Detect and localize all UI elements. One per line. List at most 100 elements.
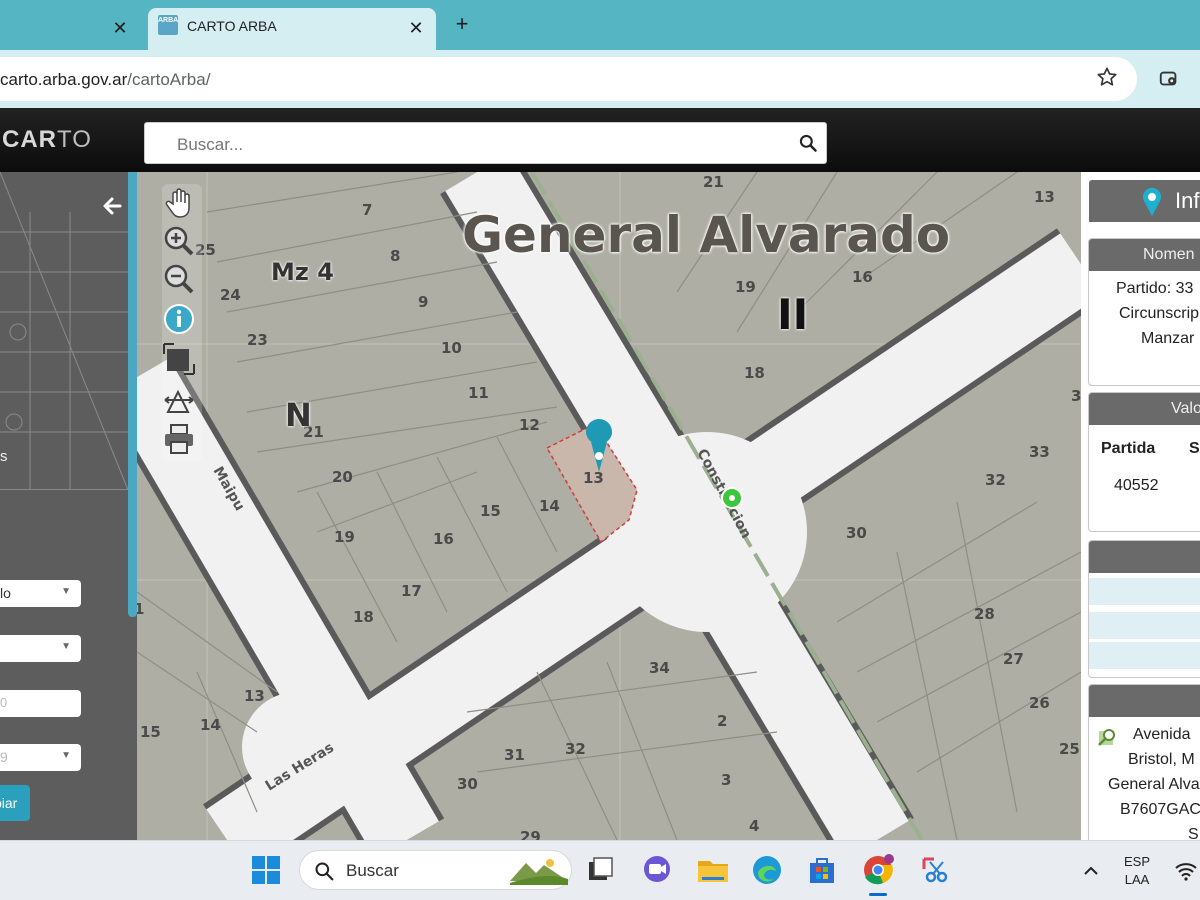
bookmark-star-icon[interactable]	[1096, 66, 1118, 88]
snipping-tool-icon[interactable]	[918, 853, 952, 887]
svg-text:10: 10	[441, 339, 462, 357]
file-explorer-icon[interactable]	[696, 853, 730, 887]
svg-text:19: 19	[735, 278, 756, 296]
search-icon[interactable]	[798, 133, 818, 153]
browser-tab-active[interactable]: ARBA CARTO ARBA ✕	[148, 8, 436, 50]
svg-text:16: 16	[433, 530, 454, 548]
svg-text:34: 34	[649, 659, 670, 677]
nomen-line-3: Manzar	[1141, 330, 1195, 347]
svg-text:32: 32	[565, 740, 586, 758]
chevron-down-icon: ▼	[61, 586, 71, 597]
new-tab-button[interactable]: +	[450, 12, 474, 36]
url-field[interactable]: carto.arba.gov.ar/cartoArba/	[0, 57, 1137, 101]
green-marker-icon[interactable]	[721, 487, 743, 509]
info-icon[interactable]	[162, 302, 196, 336]
map-search-icon[interactable]	[1097, 727, 1117, 747]
svg-text:2: 2	[717, 712, 727, 730]
svg-text:3: 3	[1071, 387, 1081, 405]
svg-text:13: 13	[1034, 188, 1055, 206]
address-line-3: General Alva	[1108, 776, 1200, 793]
svg-text:33: 33	[1029, 443, 1050, 461]
address-line-1: Avenida	[1133, 726, 1191, 743]
svg-text:14: 14	[200, 716, 221, 734]
filter-select-2[interactable]: ▼	[0, 635, 81, 662]
d-row	[1089, 642, 1200, 669]
zoom-in-icon[interactable]	[162, 224, 196, 258]
chrome-icon[interactable]	[861, 853, 895, 887]
search-input[interactable]	[177, 135, 777, 155]
edge-browser-icon[interactable]	[750, 853, 784, 887]
filter-select-3[interactable]: 9 ▼	[0, 744, 81, 771]
close-tab-icon[interactable]: ✕	[108, 16, 132, 40]
address-line-2: Bristol, M	[1128, 751, 1195, 768]
zoom-out-icon[interactable]	[162, 262, 196, 296]
svg-text:19: 19	[334, 528, 355, 546]
arba-favicon-icon: ARBA	[158, 15, 178, 35]
cadastral-map[interactable]: 789 10 11 12 13 14 15 16 17 18 19 20 21 23 24 25 2…	[137, 172, 1081, 840]
print-icon[interactable]	[162, 422, 196, 456]
taskbar-search[interactable]: Buscar	[299, 850, 572, 890]
svg-text:11: 11	[468, 384, 489, 402]
info-panel-title: Info	[1175, 188, 1200, 213]
clear-button[interactable]: piar	[0, 785, 30, 821]
active-app-indicator	[869, 893, 887, 896]
chat-app-icon[interactable]	[640, 853, 674, 887]
svg-text:16: 16	[852, 268, 873, 286]
extension-icon[interactable]	[1158, 68, 1180, 90]
wifi-icon[interactable]	[1174, 861, 1198, 881]
svg-text:14: 14	[539, 497, 560, 515]
task-view-icon[interactable]	[584, 853, 618, 887]
svg-text:17: 17	[401, 582, 422, 600]
valuacion-title: Valo	[1089, 393, 1200, 425]
address-bar-row: carto.arba.gov.ar/cartoArba/	[0, 50, 1200, 108]
url-host: carto.arba.gov.ar	[0, 70, 128, 89]
svg-text:32: 32	[985, 471, 1006, 489]
manzana-label: Mz 4	[271, 258, 334, 286]
svg-text:12: 12	[519, 416, 540, 434]
carto-logo: CARTO	[2, 126, 92, 153]
panel-divider	[0, 489, 128, 490]
windows-start-icon[interactable]	[251, 855, 281, 885]
svg-text:18: 18	[744, 364, 765, 382]
collapse-panel-arrow-icon[interactable]	[100, 194, 124, 218]
svg-text:15: 15	[140, 723, 161, 741]
s-header: S	[1189, 440, 1200, 457]
tab-title: CARTO ARBA	[187, 18, 277, 34]
d-row	[1089, 612, 1200, 639]
input-language-indicator[interactable]: ESP LAA	[1124, 853, 1150, 889]
nomenclatura-title: Nomen	[1089, 239, 1200, 271]
chevron-down-icon: ▼	[61, 641, 71, 652]
map-toolbar	[162, 184, 202, 462]
svg-text:7: 7	[362, 201, 372, 219]
svg-text:30: 30	[457, 775, 478, 793]
d-row	[1089, 578, 1200, 605]
pan-hand-icon[interactable]	[162, 186, 196, 220]
store-icon[interactable]	[805, 853, 839, 887]
close-tab-icon[interactable]: ✕	[404, 16, 428, 40]
nomen-line-2: Circunscrip	[1119, 305, 1200, 322]
browser-tab-inactive[interactable]: ✕	[0, 8, 140, 50]
filter-select-1[interactable]: lo ▼	[0, 580, 81, 607]
address-line-5: S	[1188, 826, 1199, 840]
url-path: /cartoArba/	[127, 70, 211, 89]
filter-input[interactable]: 0	[0, 690, 81, 717]
svg-text:20: 20	[332, 468, 353, 486]
location-pin-icon	[1143, 187, 1161, 216]
svg-text:30: 30	[846, 524, 867, 542]
d-card-title: D	[1089, 541, 1200, 573]
svg-text:23: 23	[247, 331, 268, 349]
app-header: CARTO	[0, 108, 1200, 172]
address-card-title: I	[1089, 685, 1200, 717]
svg-text:28: 28	[974, 605, 995, 623]
show-hidden-icons-chevron-icon[interactable]	[1081, 861, 1101, 881]
partida-header: Partida	[1101, 440, 1156, 457]
measure-icon[interactable]	[162, 382, 196, 416]
extent-icon[interactable]	[162, 342, 196, 376]
search-icon	[315, 862, 334, 881]
right-info-panel: Info Nomen Partido: 33 Circunscrip Manza…	[1081, 172, 1200, 840]
valuacion-card: Valo	[1088, 392, 1200, 532]
nomen-line-1: Partido: 33	[1116, 280, 1194, 297]
panel-scrollbar[interactable]	[128, 172, 137, 617]
svg-text:13: 13	[244, 687, 265, 705]
section-label: II	[777, 290, 809, 339]
